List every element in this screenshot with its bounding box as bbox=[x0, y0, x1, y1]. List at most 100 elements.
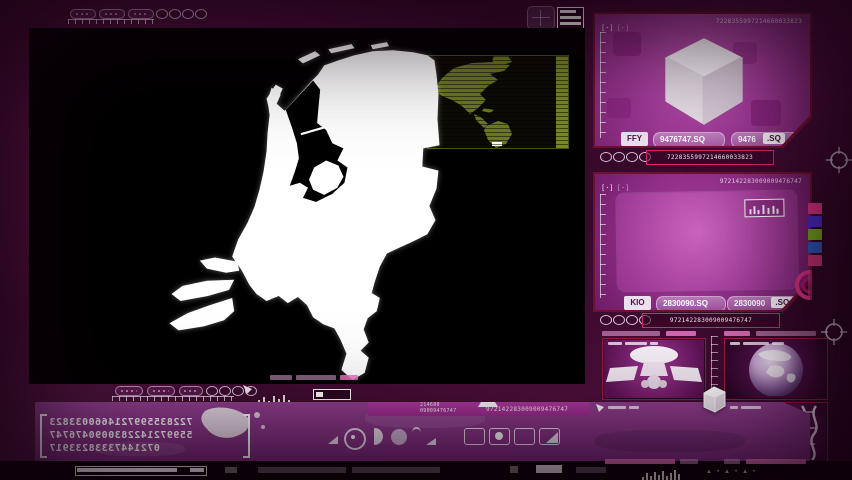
serial-readout: 972142283009009476747 bbox=[642, 313, 780, 328]
globe-icon bbox=[749, 343, 803, 397]
swatch-violet[interactable] bbox=[808, 216, 822, 227]
knob-icon[interactable] bbox=[156, 9, 168, 19]
equalizer-icon bbox=[744, 198, 785, 218]
gauge-icon bbox=[795, 270, 812, 300]
footer-chip bbox=[680, 459, 698, 464]
knob-icon[interactable] bbox=[219, 386, 231, 396]
panel-ruler bbox=[600, 194, 606, 298]
crosshair-icon[interactable] bbox=[820, 318, 848, 346]
mode-button-1[interactable] bbox=[464, 428, 485, 445]
serial-readout: 7228355997214660033823 bbox=[646, 150, 774, 165]
readout-box bbox=[313, 389, 351, 400]
footer-chip bbox=[746, 459, 806, 464]
bracket-marker-icon: [·] bbox=[616, 24, 630, 32]
knob-icon[interactable] bbox=[195, 9, 207, 19]
swatch-pink[interactable] bbox=[808, 203, 822, 214]
knob-icon[interactable] bbox=[626, 152, 638, 162]
netherlands-map[interactable] bbox=[150, 32, 462, 386]
top-toolbar-knobs[interactable] bbox=[156, 9, 208, 27]
bracket-marker-icon: [·] bbox=[616, 184, 630, 192]
panel-label-button[interactable]: KIO bbox=[624, 296, 651, 310]
cursor-icon bbox=[596, 404, 604, 412]
cube-3d[interactable] bbox=[655, 32, 753, 130]
status-chip bbox=[270, 375, 292, 380]
status-chip bbox=[296, 375, 336, 380]
half-moon-icon bbox=[374, 428, 383, 445]
bracket-marker-icon: [·] bbox=[601, 24, 614, 32]
signal-ticks bbox=[258, 386, 293, 404]
panel-label-button[interactable]: FFY bbox=[621, 132, 648, 146]
mode-button-3[interactable] bbox=[514, 428, 535, 445]
swatch-magenta[interactable] bbox=[808, 255, 822, 266]
status-chip bbox=[576, 467, 606, 473]
status-chip bbox=[352, 467, 440, 473]
pill2-value: 9476 bbox=[738, 135, 756, 144]
header-chip bbox=[602, 331, 660, 336]
circle-icon bbox=[391, 429, 407, 445]
cube-panel: [·] [·] 7228355997214660033823 FFY 947674… bbox=[593, 12, 812, 148]
top-toolbar-ruler bbox=[68, 19, 154, 24]
header-chip bbox=[666, 331, 696, 336]
bottom-toolbar-button-3[interactable] bbox=[179, 386, 203, 396]
control-band: 7228355997214660033823 55997214228300904… bbox=[35, 402, 810, 462]
swatch-green[interactable] bbox=[808, 229, 822, 240]
status-chip bbox=[258, 467, 346, 473]
satellite-thumbnail[interactable] bbox=[602, 338, 706, 400]
target-dial-icon[interactable] bbox=[344, 428, 366, 450]
status-chip bbox=[225, 467, 237, 473]
code-line-1: 7228355997214660033823 bbox=[49, 417, 193, 428]
serial-value: 7228355997214660033823 bbox=[666, 154, 754, 161]
marker-dots: ▲•▲•▲• bbox=[706, 469, 761, 475]
mode-buttons[interactable] bbox=[464, 428, 564, 446]
equalizer-icon bbox=[642, 463, 682, 480]
value-pill-2[interactable]: 9476 .SQ bbox=[731, 132, 807, 146]
mode-button-2[interactable] bbox=[489, 428, 510, 445]
header-chip bbox=[756, 331, 816, 336]
monitor-display[interactable] bbox=[616, 190, 798, 292]
satellite-icon bbox=[606, 346, 702, 389]
top-toolbar-button-2[interactable] bbox=[99, 9, 125, 19]
swatch-blue[interactable] bbox=[808, 242, 822, 253]
futuristic-monitor-ui: 7228355997214660033823 55997214228300904… bbox=[0, 0, 852, 480]
arc-icon bbox=[412, 427, 421, 438]
knob-icon[interactable] bbox=[613, 315, 625, 325]
knob-icon[interactable] bbox=[613, 152, 625, 162]
status-chip bbox=[536, 465, 562, 473]
panel-serial: 972142283009009476747 bbox=[719, 178, 802, 185]
crosshair-icon[interactable] bbox=[825, 146, 852, 174]
code-block: 7228355997214660033823 55997214228300904… bbox=[40, 414, 250, 458]
top-toolbar-button-1[interactable] bbox=[70, 9, 96, 19]
color-swatches bbox=[808, 203, 822, 268]
wedge-icon bbox=[328, 436, 338, 444]
menu-icon[interactable] bbox=[557, 7, 584, 29]
info-bottom-value: 09009476747 bbox=[420, 408, 457, 414]
cursor-icon bbox=[243, 385, 252, 394]
footer-chip bbox=[605, 459, 675, 464]
cube-3d-small[interactable] bbox=[700, 384, 728, 414]
mode-button-4[interactable] bbox=[539, 428, 560, 445]
value-pill-1[interactable]: 9476747.SQ bbox=[653, 132, 725, 146]
info-strip: 214680 09009476747 972142283009009476747 bbox=[368, 402, 604, 416]
bottom-toolbar-button-2[interactable] bbox=[147, 386, 175, 396]
bracket-marker-icon: [·] bbox=[601, 184, 614, 192]
strip-knobs[interactable] bbox=[600, 152, 652, 170]
top-toolbar-button-3[interactable] bbox=[128, 9, 154, 19]
knob-icon[interactable] bbox=[626, 315, 638, 325]
pill2-unit: .SQ bbox=[763, 133, 785, 144]
knob-icon[interactable] bbox=[600, 152, 612, 162]
serial-value: 972142283009009476747 bbox=[669, 317, 753, 324]
knob-icon[interactable] bbox=[600, 315, 612, 325]
status-chip bbox=[340, 375, 358, 380]
map-screen bbox=[29, 28, 585, 384]
knob-icon[interactable] bbox=[182, 9, 194, 19]
wedge-icon bbox=[426, 438, 436, 445]
bottom-toolbar-button-1[interactable] bbox=[115, 386, 143, 396]
knob-icon[interactable] bbox=[169, 9, 181, 19]
globe-thumbnail[interactable] bbox=[724, 338, 828, 400]
band-serial: 972142283009009476747 bbox=[486, 406, 569, 413]
value-pill-1[interactable]: 2830090.SQ bbox=[656, 296, 726, 310]
target-icon[interactable] bbox=[527, 6, 555, 30]
knob-icon[interactable] bbox=[206, 386, 218, 396]
corner-markers: [·] [·] bbox=[601, 177, 632, 195]
footer-chip bbox=[724, 459, 740, 464]
